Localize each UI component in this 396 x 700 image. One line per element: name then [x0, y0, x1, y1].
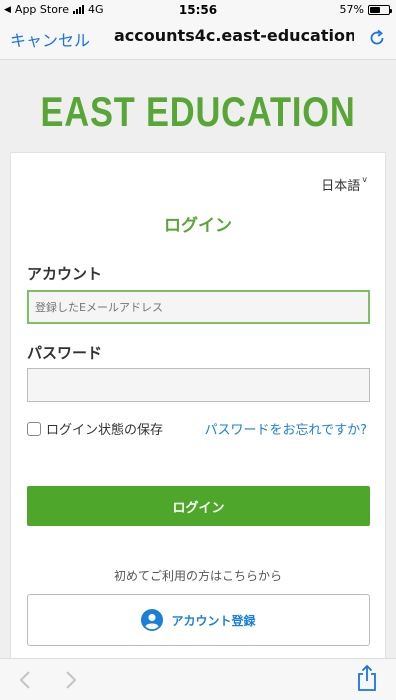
user-icon [141, 609, 164, 631]
cancel-button[interactable]: キャンセル [10, 27, 90, 51]
checkbox-box[interactable] [27, 421, 41, 436]
language-selector[interactable]: 日本語 v [321, 175, 367, 194]
battery-fill [370, 6, 381, 13]
back-arrow-icon[interactable] [18, 670, 32, 690]
remember-me-label: ログイン状態の保存 [46, 423, 164, 438]
page-title: ログイン [164, 216, 232, 236]
address-bar[interactable]: accounts4c.east-education.jp [108, 26, 354, 45]
account-label: アカウント [27, 265, 103, 283]
page-content: EAST EDUCATION 日本語v ログイン アカウント パスワード ログイ… [0, 60, 396, 672]
password-field[interactable] [27, 368, 370, 402]
share-icon[interactable] [356, 664, 378, 692]
remember-me-checkbox[interactable]: ログイン状態の保存 [27, 419, 163, 438]
register-button[interactable]: アカウント登録 [27, 594, 370, 646]
register-button-label: アカウント登録 [171, 613, 256, 628]
battery-percent: 57% [339, 3, 364, 16]
language-label: 日本語 [321, 179, 361, 194]
browser-toolbar [0, 658, 396, 700]
status-time: 15:56 [178, 3, 218, 17]
email-field[interactable] [27, 290, 370, 324]
browser-header: キャンセル accounts4c.east-education.jp [0, 20, 396, 60]
forward-arrow-icon[interactable] [64, 670, 78, 690]
status-bar: ◀ App Store 4G 15:56 57% [0, 0, 396, 20]
password-label: パスワード [27, 344, 103, 362]
forgot-password-link[interactable]: パスワードをお忘れですか? [204, 419, 367, 438]
battery-icon [368, 4, 392, 15]
login-card: 日本語v ログイン アカウント パスワード ログイン状態の保存 パスワードをお忘… [10, 152, 386, 672]
chevron-down-icon: v [362, 175, 367, 184]
url-text: accounts4c.east-education.jp [114, 26, 354, 45]
brand-logo: EAST EDUCATION [40, 88, 356, 135]
login-button[interactable]: ログイン [27, 486, 370, 526]
first-time-text: 初めてご利用の方はこちらから [113, 569, 282, 583]
reload-icon[interactable] [368, 29, 386, 47]
